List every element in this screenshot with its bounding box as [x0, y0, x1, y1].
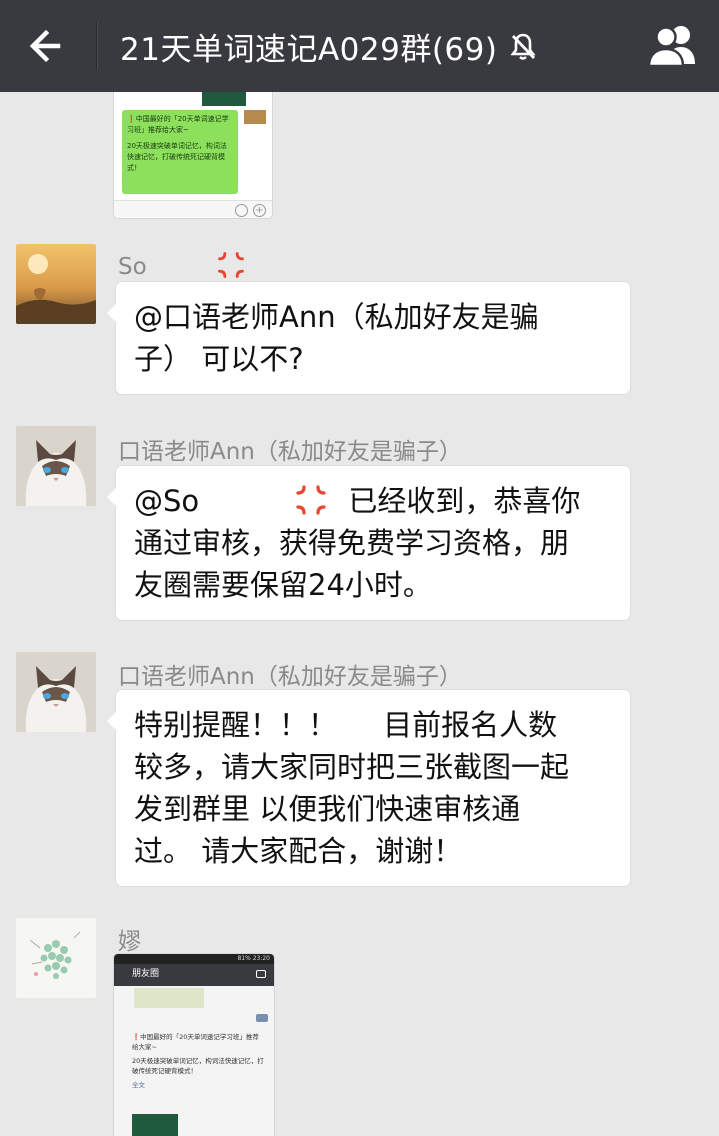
message-text: 发到群里 以便我们快速审核通	[134, 792, 521, 826]
image-message[interactable]: 81% 23:20 朋友圈 ❗中国最好的「20天单词速记学习班」推荐给大家~ 2…	[114, 954, 274, 1136]
avatar[interactable]	[16, 652, 96, 732]
phone-status-bar: 81% 23:20	[114, 954, 274, 964]
title-bar: 21天单词速记A029群(69)	[0, 0, 719, 92]
camera-icon	[256, 970, 266, 978]
message-bubble: @口语老师Ann（私加好友是骗 子） 可以不?	[107, 282, 630, 394]
message-text: 子） 可以不?	[134, 342, 304, 376]
emoji-icon	[235, 204, 248, 217]
shared-post-preview: ❗中国最好的「20天单词速记学习班」推荐给大家~ 20天极速突破单词记忆，构词法…	[122, 110, 238, 194]
image-message[interactable]: ❗中国最好的「20天单词速记学习班」推荐给大家~ 20天极速突破单词记忆，构词法…	[114, 92, 272, 218]
avatar[interactable]	[16, 426, 96, 506]
message-text: 通过审核，获得免费学习资格，朋	[134, 526, 570, 560]
arrow-left-icon	[29, 29, 61, 63]
sender-name: 嫪	[118, 929, 141, 955]
message-text: 较多，请大家同时把三张截图一起	[134, 750, 570, 784]
message-text: 已经收到，恭喜你	[348, 484, 581, 518]
comment-icon	[256, 1014, 268, 1022]
back-button[interactable]	[22, 22, 74, 70]
avatar[interactable]	[16, 244, 96, 324]
message-text: @口语老师Ann（私加好友是骗	[134, 300, 539, 334]
chat-title: 21天单词速记A029群(69)	[120, 31, 498, 68]
sender-name: So	[118, 250, 246, 280]
group-members-icon	[647, 26, 695, 68]
avatar[interactable]	[16, 918, 96, 998]
image-thumbnail-badge	[202, 92, 246, 106]
plus-icon: +	[253, 204, 266, 217]
sender-name: 口语老师Ann（私加好友是骗子）	[118, 664, 462, 690]
post-image-thumbnail	[132, 1114, 178, 1136]
preview-text: ❗中国最好的「20天单词速记学习班」推荐给大家~	[127, 115, 229, 134]
moments-header: 朋友圈	[114, 964, 274, 986]
title-divider	[96, 22, 97, 70]
input-bar-preview: +	[114, 200, 272, 218]
chat-message-list[interactable]: ❗中国最好的「20天单词速记学习班」推荐给大家~ 20天极速突破单词记忆，构词法…	[0, 92, 719, 1136]
post-content: ❗中国最好的「20天单词速记学习班」推荐给大家~ 20天极速突破单词记忆，构词法…	[132, 1033, 264, 1089]
message-text: 友圈需要保留24小时。	[134, 568, 432, 602]
group-members-button[interactable]	[645, 20, 701, 72]
bell-muted-icon	[510, 33, 537, 60]
angry-emoji	[296, 485, 326, 515]
post-photo	[134, 988, 204, 1008]
message-bubble: 特别提醒！！！ 目前报名人数 较多，请大家同时把三张截图一起 发到群里 以便我们…	[107, 690, 630, 886]
message-text: 过。 请大家配合，谢谢！	[134, 834, 463, 868]
preview-text: 20天极速突破单词记忆，构词法快速记忆，打破传统死记硬背模式！	[127, 142, 227, 172]
preview-thumbnail	[244, 110, 266, 124]
mention-text: @So	[134, 484, 200, 518]
angry-emoji	[218, 252, 244, 278]
message-text: 特别提醒！！！ 目前报名人数	[134, 708, 558, 742]
sender-name: 口语老师Ann（私加好友是骗子）	[118, 439, 462, 465]
message-bubble: @So 已经收到，恭喜你 通过审核，获得免费学习资格，朋 友圈需要保留24小时。	[107, 466, 630, 620]
